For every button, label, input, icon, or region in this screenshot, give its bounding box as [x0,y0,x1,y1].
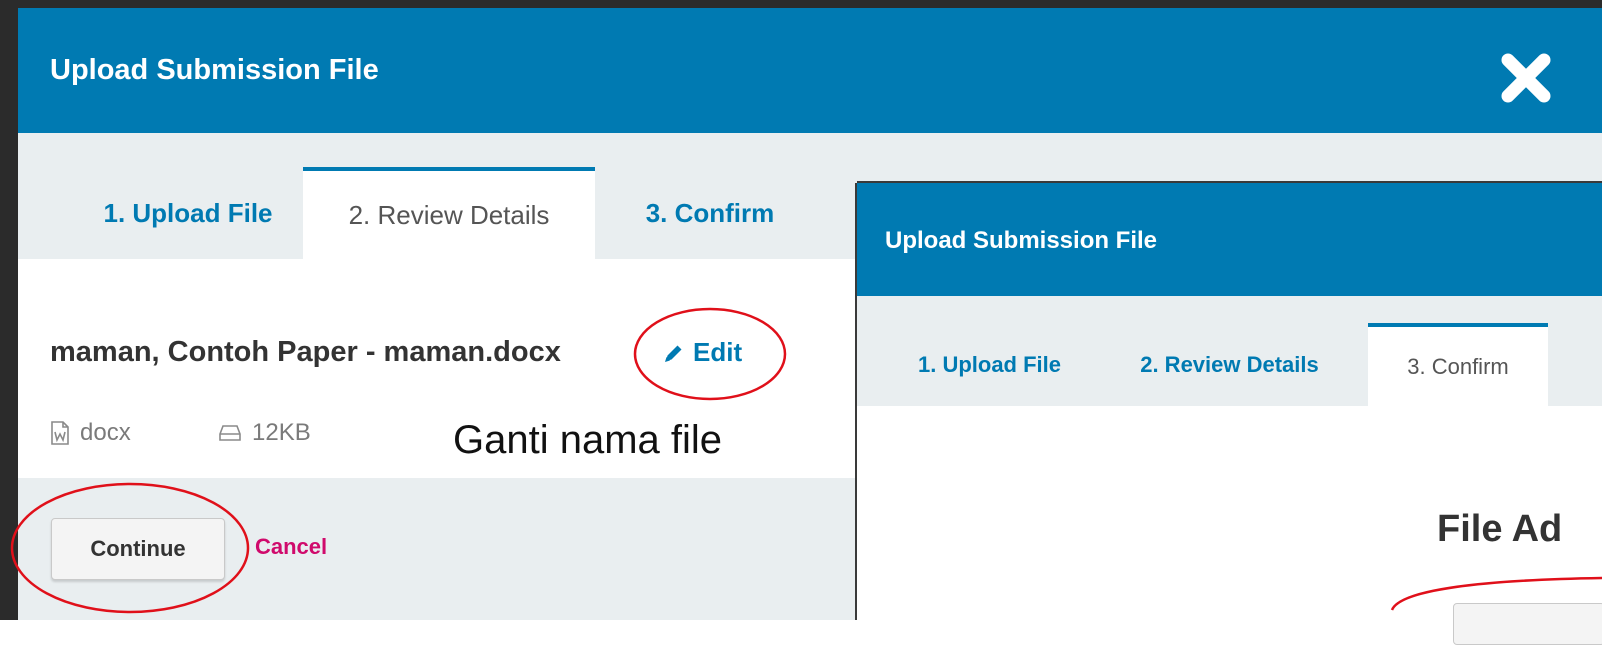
close-icon [1501,53,1551,103]
pencil-icon [665,345,682,362]
add-another-file-button[interactable] [1453,603,1602,645]
file-added-heading: File Ad [1437,508,1563,550]
dialog-title: Upload Submission File [50,54,379,86]
confirm-dialog-title: Upload Submission File [885,227,1158,254]
confirm-tab-confirm[interactable]: 3. Confirm [1368,323,1548,406]
file-type: docx [50,419,131,447]
confirm-tab-review-details[interactable]: 2. Review Details [1117,323,1342,406]
confirm-tab-upload-file[interactable]: 1. Upload File [897,323,1082,406]
backdrop-edge-top [0,0,1602,8]
file-size: 12KB [218,419,311,447]
close-button[interactable] [1498,50,1554,106]
edit-link[interactable]: Edit [663,337,742,368]
file-size-label: 12KB [252,419,311,446]
confirm-dialog-header: Upload Submission File [857,183,1602,296]
continue-button[interactable]: Continue [51,518,225,580]
annotation-text: Ganti nama file [453,418,723,462]
confirm-tab-bar: 1. Upload File 2. Review Details 3. Conf… [857,296,1602,406]
dialog-header: Upload Submission File [18,8,1602,133]
cancel-link[interactable]: Cancel [255,534,327,560]
file-type-label: docx [80,419,131,446]
word-file-icon [51,421,69,445]
backdrop-edge-left [0,0,18,620]
tab-review-details[interactable]: 2. Review Details [303,167,595,259]
tab-confirm[interactable]: 3. Confirm [610,167,810,259]
edit-label: Edit [693,337,743,367]
file-name: maman, Contoh Paper - maman.docx [50,336,561,368]
tab-upload-file[interactable]: 1. Upload File [58,167,318,259]
drive-icon [219,425,241,441]
confirm-dialog: Upload Submission File 1. Upload File 2.… [857,183,1602,645]
